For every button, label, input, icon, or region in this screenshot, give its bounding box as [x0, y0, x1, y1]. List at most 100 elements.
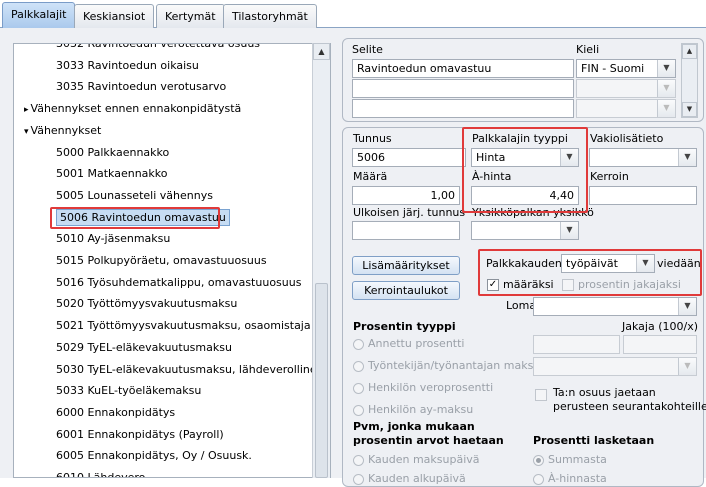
tree-item[interactable]: ▸ Vähennykset ennen ennakonpidätystä — [24, 99, 241, 119]
henkilon-aymaksu-radio[interactable] — [353, 405, 364, 416]
tree-item[interactable]: 6001 Ennakonpidätys (Payroll) — [56, 425, 224, 445]
scroll-down-icon[interactable]: ▼ — [682, 102, 697, 117]
tree-item[interactable]: 3033 Ravintoedun oikaisu — [56, 56, 199, 76]
ulkoinen-tunnus-label: Ulkoisen järj. tunnus — [353, 206, 466, 219]
tree-item-label: 5016 Työsuhdematkalippu, omavastuuosuus — [56, 275, 302, 289]
annettu-prosentti-radio[interactable] — [353, 339, 364, 350]
tree-item[interactable]: 3032 Ravintoedun verotettava osuus — [56, 44, 260, 54]
maaraksi-label: määräksi — [503, 278, 554, 291]
maara-input[interactable]: 1,00 — [352, 186, 460, 205]
chevron-down-icon[interactable]: ▼ — [560, 222, 578, 239]
jakaja-input[interactable] — [623, 335, 697, 354]
tree-item[interactable]: 6010 Lähdevero — [56, 468, 145, 477]
tab-tilastoryhmat[interactable]: Tilastoryhmät — [223, 4, 317, 28]
tree-item[interactable]: 5015 Polkupyöräetu, omavastuuosuus — [56, 251, 267, 271]
palkkalajin-tyyppi-select[interactable]: Hinta ▼ — [471, 148, 579, 167]
ulkoinen-tunnus-input[interactable] — [352, 221, 460, 240]
yksikkopalkan-yksikko-label: Yksikköpalkan yksikkö — [472, 206, 594, 219]
tyyppi-value: Hinta — [476, 151, 506, 164]
desc-scrollbar[interactable]: ▲ ▼ — [681, 43, 698, 118]
palkkalajin-tyyppi-label: Palkkalajin tyyppi — [472, 132, 568, 145]
kauden-alkupaiva-label: Kauden alkupäivä — [368, 472, 466, 485]
tree-item-label: Vähennykset — [30, 123, 102, 137]
tree-item[interactable]: 5010 Ay-jäsenmaksu — [56, 229, 170, 249]
kauden-maksupaiva-radio[interactable] — [353, 455, 364, 466]
maksu-select[interactable]: ▼ — [533, 357, 697, 376]
viedaan-label: viedään — [657, 257, 701, 270]
tree-item[interactable]: 6005 Ennakonpidätys, Oy / Osuusk. — [56, 446, 252, 466]
prosentti-input[interactable] — [533, 335, 620, 354]
tyontekijan-maksu-radio[interactable] — [353, 361, 364, 372]
tab-palkkalajit[interactable]: Palkkalajit — [2, 2, 76, 29]
tree-scrollbar[interactable]: ▲ — [312, 43, 330, 478]
tree-item-label: 5005 Lounasseteli vähennys — [56, 188, 213, 202]
prosentin-jakajaksi-checkbox[interactable] — [562, 279, 574, 291]
scroll-up-icon[interactable]: ▲ — [313, 43, 330, 60]
henkilon-aymaksu-label: Henkilön ay-maksu — [368, 403, 474, 416]
kieli-value: FIN - Suomi — [581, 62, 645, 75]
tree-item[interactable]: 5033 KuEL-työeläkemaksu — [56, 381, 201, 401]
tree-item[interactable]: 5021 Työttömyysvakuutusmaksu, osaomistaj… — [56, 316, 311, 336]
lisamaaritykset-button[interactable]: Lisämääritykset — [352, 256, 460, 275]
tree-item[interactable]: 3035 Ravintoedun verotusarvo — [56, 77, 226, 97]
kerrointaulukot-button[interactable]: Kerrointaulukot — [352, 281, 460, 300]
a-hinnasta-radio[interactable] — [533, 474, 544, 485]
chevron-down-icon[interactable]: ▼ — [678, 298, 696, 315]
tan-osuus-label-2: perusteen seurantakohteille — [553, 400, 706, 413]
selite-input-2[interactable] — [352, 79, 574, 98]
tunnus-label: Tunnus — [353, 132, 392, 145]
tan-osuus-label-1: Ta:n osuus jaetaan — [553, 386, 656, 399]
henkilon-veroprosentti-radio[interactable] — [353, 383, 364, 394]
tab-kertymat[interactable]: Kertymät — [156, 4, 225, 28]
loma-select[interactable]: ▼ — [533, 297, 697, 316]
ahinta-input[interactable]: 4,40 — [471, 186, 579, 205]
jakaja-label: Jakaja (100/x) — [622, 320, 698, 333]
tab-keskiansiot[interactable]: Keskiansiot — [74, 4, 155, 28]
chevron-down-icon[interactable]: ▼ — [678, 358, 696, 375]
tree-item[interactable]: 5020 Työttömyysvakuutusmaksu — [56, 294, 237, 314]
prosentin-jakajaksi-label: prosentin jakajaksi — [578, 278, 681, 291]
kauden-alkupaiva-radio[interactable] — [353, 474, 364, 485]
pvm-label-2: prosentin arvot haetaan — [353, 434, 504, 447]
pay-type-tree[interactable]: 3032 Ravintoedun verotettava osuus 3033 R… — [13, 43, 331, 478]
chevron-down-icon[interactable]: ▼ — [636, 255, 654, 272]
scroll-thumb[interactable] — [315, 283, 328, 478]
tree-item[interactable]: ▾ Vähennykset — [24, 121, 101, 141]
yksikkopalkan-yksikko-select[interactable]: ▼ — [471, 221, 579, 240]
kieli-select-2[interactable]: ▼ — [576, 79, 676, 98]
tree-item[interactable]: 5029 TyEL-eläkevakuutusmaksu — [56, 338, 232, 358]
selite-input[interactable]: Ravintoedun omavastuu — [352, 59, 574, 78]
tree-item[interactable]: 5005 Lounasseteli vähennys — [56, 186, 213, 206]
tan-osuus-checkbox[interactable] — [535, 389, 547, 401]
chevron-down-icon[interactable]: ▼ — [657, 60, 675, 77]
tree-item[interactable]: 5000 Palkkaennakko — [56, 143, 169, 163]
tree-item[interactable]: 6000 Ennakonpidätys — [56, 403, 175, 423]
expand-down-icon[interactable]: ▾ — [24, 127, 29, 137]
tree-item-label: 5033 KuEL-työeläkemaksu — [56, 384, 202, 398]
kieli-select[interactable]: FIN - Suomi ▼ — [576, 59, 676, 78]
maara-label: Määrä — [353, 170, 388, 183]
maaraksi-checkbox[interactable]: ✓ — [487, 279, 499, 291]
kauden-maksupaiva-label: Kauden maksupäivä — [368, 453, 480, 466]
chevron-down-icon[interactable]: ▼ — [678, 149, 696, 166]
expand-right-icon[interactable]: ▸ — [24, 105, 29, 115]
palkkakauden-select[interactable]: työpäivät ▼ — [561, 254, 655, 273]
tree-item[interactable]: 5030 TyEL-eläkevakuutusmaksu, lähdeverol… — [56, 360, 324, 380]
annettu-prosentti-label: Annettu prosentti — [368, 337, 465, 350]
a-hinnasta-label: À-hinnasta — [548, 472, 607, 485]
selite-input-3[interactable] — [352, 99, 574, 118]
tree-item-label: 6005 Ennakonpidätys, Oy / Osuusk. — [56, 449, 252, 463]
tree-item-selected[interactable]: 5006 Ravintoedun omavastuu — [56, 208, 230, 228]
chevron-down-icon[interactable]: ▼ — [657, 100, 675, 117]
chevron-down-icon[interactable]: ▼ — [560, 149, 578, 166]
tree-item[interactable]: 5016 Työsuhdematkalippu, omavastuuosuus — [56, 273, 301, 293]
kerroin-input[interactable] — [589, 186, 697, 205]
kieli-select-3[interactable]: ▼ — [576, 99, 676, 118]
tree-item[interactable]: 5001 Matkaennakko — [56, 164, 167, 184]
scroll-up-icon[interactable]: ▲ — [682, 44, 697, 59]
vakiolisatieto-select[interactable]: ▼ — [589, 148, 697, 167]
tunnus-input[interactable]: 5006 — [352, 148, 466, 167]
tree-item-label: Vähennykset ennen ennakonpidätystä — [30, 102, 242, 116]
summasta-radio[interactable] — [533, 455, 544, 466]
chevron-down-icon[interactable]: ▼ — [657, 80, 675, 97]
